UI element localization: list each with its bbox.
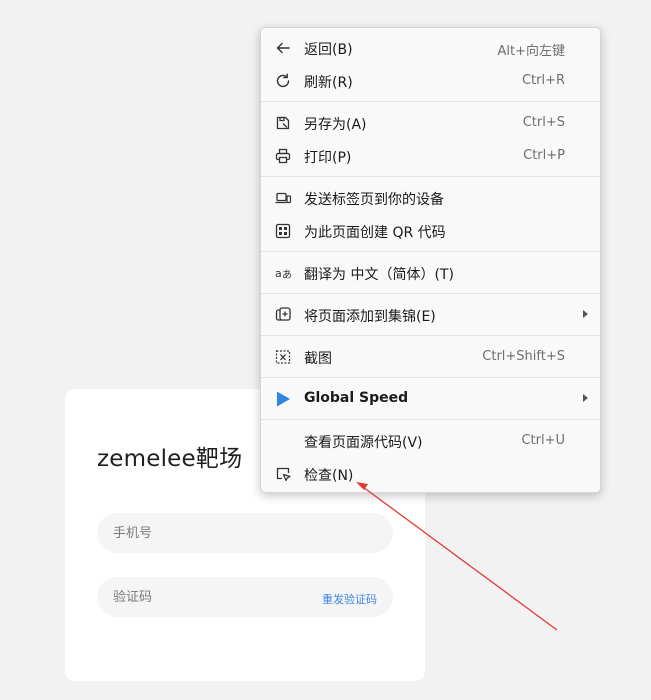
menu-item-shortcut: Ctrl+U [521,433,565,448]
menu-separator [261,377,600,378]
menu-item-back[interactable]: 返回(B) Alt+向左键 [261,33,600,63]
menu-item-label: 另存为(A) [304,117,367,133]
save-icon [274,114,292,132]
page: zemelee靶场 重发验证码 返回(B) Alt+向左键 刷新(R) Ctrl… [0,0,651,700]
screenshot-icon [274,348,292,366]
menu-item-label: 返回(B) [304,42,353,58]
menu-item-send-tab[interactable]: 发送标签页到你的设备 [261,183,600,213]
menu-item-qr-code[interactable]: 为此页面创建 QR 代码 [261,216,600,246]
submenu-arrow-icon [583,310,588,318]
menu-item-label: 打印(P) [304,150,352,166]
context-menu: 返回(B) Alt+向左键 刷新(R) Ctrl+R 另存为(A) Ctrl+S… [260,27,601,493]
qr-code-icon [274,222,292,240]
print-icon [274,147,292,165]
inspect-icon [274,465,292,483]
menu-separator [261,176,600,177]
play-icon [274,390,292,408]
menu-item-shortcut: Alt+向左键 [497,44,566,59]
submenu-arrow-icon [583,394,588,402]
resend-code-link[interactable]: 重发验证码 [322,591,377,607]
menu-item-label: 发送标签页到你的设备 [304,192,444,208]
menu-item-add-to-collections[interactable]: 将页面添加到集锦(E) [261,300,600,330]
verification-code-input[interactable] [113,577,313,617]
collections-icon [274,306,292,324]
menu-separator [261,251,600,252]
svg-text:あ: あ [282,269,292,281]
menu-item-label: 检查(N) [304,468,354,484]
menu-item-screenshot[interactable]: 截图 Ctrl+Shift+S [261,342,600,372]
menu-item-label: 翻译为 中文（简体）(T) [304,267,454,283]
menu-item-label: 截图 [304,351,332,367]
phone-field[interactable] [97,513,393,553]
translate-icon: aあ [274,264,292,282]
menu-item-global-speed[interactable]: Global Speed [261,384,600,414]
menu-item-label: 刷新(R) [304,75,353,91]
menu-item-label: 查看页面源代码(V) [304,435,423,451]
card-title: zemelee靶场 [97,446,243,472]
menu-item-save-as[interactable]: 另存为(A) Ctrl+S [261,108,600,138]
menu-item-label: Global Speed [304,390,409,406]
send-device-icon [274,189,292,207]
menu-separator [261,101,600,102]
menu-item-inspect[interactable]: 检查(N) [261,459,600,489]
menu-separator [261,419,600,420]
menu-item-print[interactable]: 打印(P) Ctrl+P [261,141,600,171]
menu-item-shortcut: Ctrl+S [522,115,565,130]
menu-separator [261,335,600,336]
svg-text:a: a [275,267,282,280]
phone-input[interactable] [113,513,313,553]
menu-item-view-source[interactable]: 查看页面源代码(V) Ctrl+U [261,426,600,456]
menu-item-label: 为此页面创建 QR 代码 [304,225,446,241]
menu-item-refresh[interactable]: 刷新(R) Ctrl+R [261,66,600,96]
code-field[interactable]: 重发验证码 [97,577,393,617]
menu-separator [261,293,600,294]
refresh-icon [274,72,292,90]
menu-item-label: 将页面添加到集锦(E) [304,309,436,325]
menu-item-shortcut: Ctrl+R [521,73,565,88]
menu-item-shortcut: Ctrl+P [523,148,565,163]
back-arrow-icon [274,39,292,57]
menu-item-translate[interactable]: aあ 翻译为 中文（简体）(T) [261,258,600,288]
menu-item-shortcut: Ctrl+Shift+S [482,349,565,364]
